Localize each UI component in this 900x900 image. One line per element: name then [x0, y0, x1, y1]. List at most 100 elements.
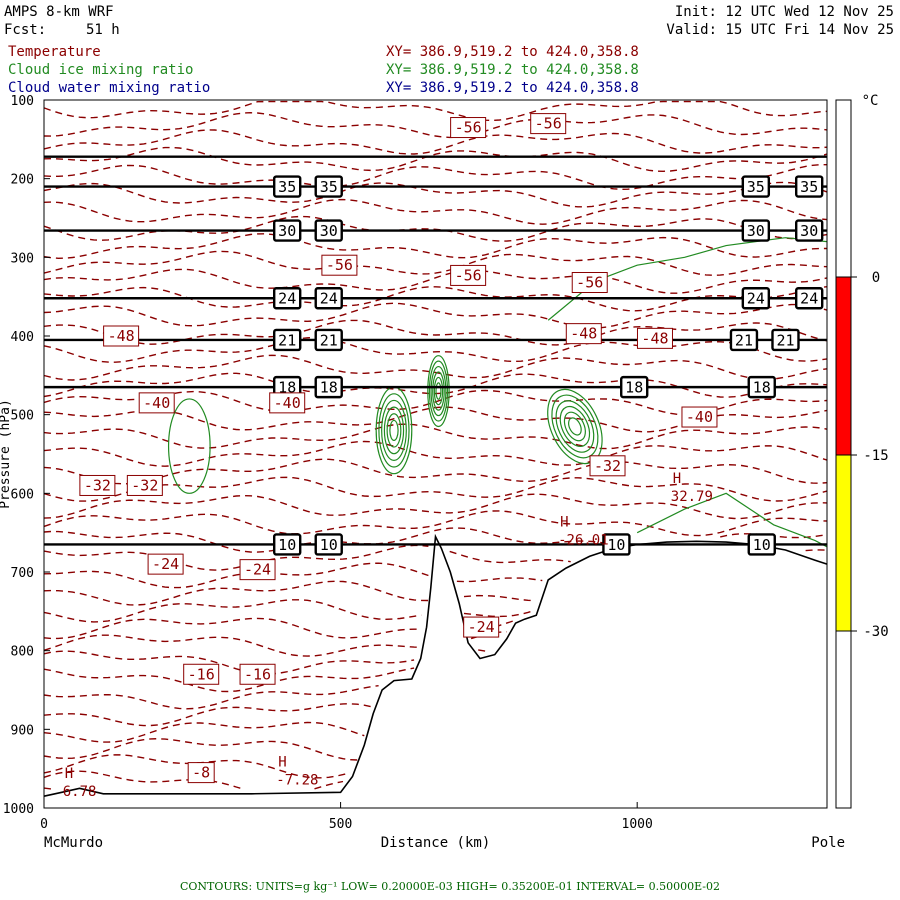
temperature-label: -24	[152, 555, 179, 573]
temperature-label: -56	[576, 274, 603, 292]
contours-footer: CONTOURS: UNITS=g kg⁻¹ LOW= 0.20000E-03 …	[179, 880, 721, 893]
bold-contour-label: 21	[320, 331, 338, 349]
bold-contour-label: 21	[776, 331, 794, 349]
isotherm-line	[43, 100, 828, 122]
extremum-value: -7.28	[276, 772, 318, 788]
extremum-mark: H	[673, 471, 681, 487]
bold-contour-label: 24	[800, 290, 818, 308]
x-tick-label: 500	[329, 817, 352, 832]
bold-contour-label: 10	[278, 536, 296, 554]
y-tick-label: 400	[11, 330, 34, 345]
cloud-ice-contour	[167, 398, 211, 494]
temperature-label: -48	[641, 329, 668, 347]
extremum-mark: H	[278, 754, 286, 770]
isotherm-line	[43, 440, 828, 467]
isotherm-line	[43, 198, 828, 225]
bold-contour-label: 30	[800, 222, 818, 240]
temperature-label: -24	[468, 618, 495, 636]
isotherm-line	[43, 703, 372, 727]
isotherm-line	[43, 721, 365, 743]
temperature-label: -56	[535, 115, 562, 133]
cloud-ice-contour	[559, 405, 591, 448]
y-tick-label: 200	[11, 173, 34, 188]
colorbar-tick-label: -15	[863, 448, 888, 464]
y-tick-label: 600	[11, 487, 34, 502]
bold-contour-label: 21	[735, 331, 753, 349]
bold-contour-label: 21	[278, 331, 296, 349]
y-tick-label: 100	[11, 94, 34, 109]
isotherm-line	[43, 111, 828, 139]
cloud-ice-contour	[435, 382, 442, 400]
y-tick-label: 900	[11, 723, 34, 738]
temperature-label: -32	[131, 476, 158, 494]
bold-contour-label: 35	[278, 178, 296, 196]
isotherm-line	[43, 737, 358, 761]
cloud-ice-envelope	[636, 492, 828, 548]
y-tick-label: 500	[11, 409, 34, 424]
temperature-label: -56	[326, 256, 353, 274]
x-endpoint-left-label: McMurdo	[44, 835, 103, 851]
temperature-label: -16	[188, 665, 215, 683]
extremum-value: -26.01	[558, 532, 609, 548]
temperature-label: -56	[455, 266, 482, 284]
bold-contour-label: 10	[607, 536, 625, 554]
bold-contour-label: 35	[800, 178, 818, 196]
extremum-mark: H	[65, 766, 73, 782]
temperature-label: -48	[570, 325, 597, 343]
temperature-label: -32	[594, 457, 621, 475]
cross-section-chart: 35 35 35 3530 30 30 3024 24 24 2421 21 21 2118 18 18 18…	[0, 93, 889, 851]
temperature-label: -40	[143, 394, 170, 412]
isotherm-line	[43, 233, 827, 260]
temperature-label: -40	[274, 394, 301, 412]
x-axis-label: Distance (km)	[381, 835, 491, 851]
extremum-value: 6.78	[63, 784, 97, 800]
temperature-label: -32	[84, 476, 111, 494]
isotherm-line	[43, 336, 828, 363]
cloud-ice-contour	[551, 394, 599, 459]
cloud-ice-contour	[389, 419, 399, 441]
bold-contour-label: 10	[320, 536, 338, 554]
colorbar-tick-label: 0	[872, 270, 880, 286]
isotherm-line	[43, 562, 543, 589]
y-axis-label: Pressure (hPa)	[0, 399, 13, 509]
extremum-mark: H	[560, 514, 568, 530]
isotherm-line	[43, 423, 828, 450]
colorbar-unit: °C	[862, 93, 879, 109]
bold-contour-label: 24	[747, 290, 765, 308]
temperature-label: -48	[108, 327, 135, 345]
temperature-label: -8	[192, 764, 210, 782]
bold-contour-label: 24	[278, 290, 296, 308]
isotherm-line	[43, 129, 828, 155]
x-endpoint-right-label: Pole	[811, 835, 845, 851]
temperature-label: -16	[244, 665, 271, 683]
isotherm-line	[43, 580, 536, 606]
terrain-layer	[43, 533, 828, 808]
x-tick-label: 1000	[622, 817, 653, 832]
isotherm-line	[43, 667, 415, 693]
terrain-fill	[44, 536, 827, 808]
temperature-label: -40	[686, 408, 713, 426]
bold-contour-label: 30	[320, 222, 338, 240]
cloud-ice-contour	[378, 393, 410, 468]
temperature-label: -24	[244, 561, 271, 579]
isotherm-line	[43, 787, 52, 790]
y-tick-label: 800	[11, 645, 34, 660]
temperature-label: -56	[455, 119, 482, 137]
bold-contour-label: 30	[747, 222, 765, 240]
cloud-ice-contour	[555, 400, 595, 453]
bold-contour-label: 18	[625, 379, 643, 397]
x-tick-label: 0	[40, 817, 48, 832]
bold-contour-label: 18	[320, 379, 338, 397]
extremum-value: 32.79	[671, 489, 713, 505]
bold-contour-label: 24	[320, 290, 338, 308]
colorbar-segment	[835, 276, 852, 456]
isotherm-line	[43, 302, 828, 329]
colorbar-segment	[835, 454, 852, 632]
y-tick-label: 1000	[3, 802, 34, 817]
bold-contour-label: 30	[278, 222, 296, 240]
bold-contour-label: 18	[753, 379, 771, 397]
y-tick-label: 700	[11, 566, 34, 581]
colorbar-tick-label: -30	[863, 624, 888, 640]
bold-contour-label: 35	[747, 178, 765, 196]
cloud-ice-contours-layer	[167, 237, 828, 548]
